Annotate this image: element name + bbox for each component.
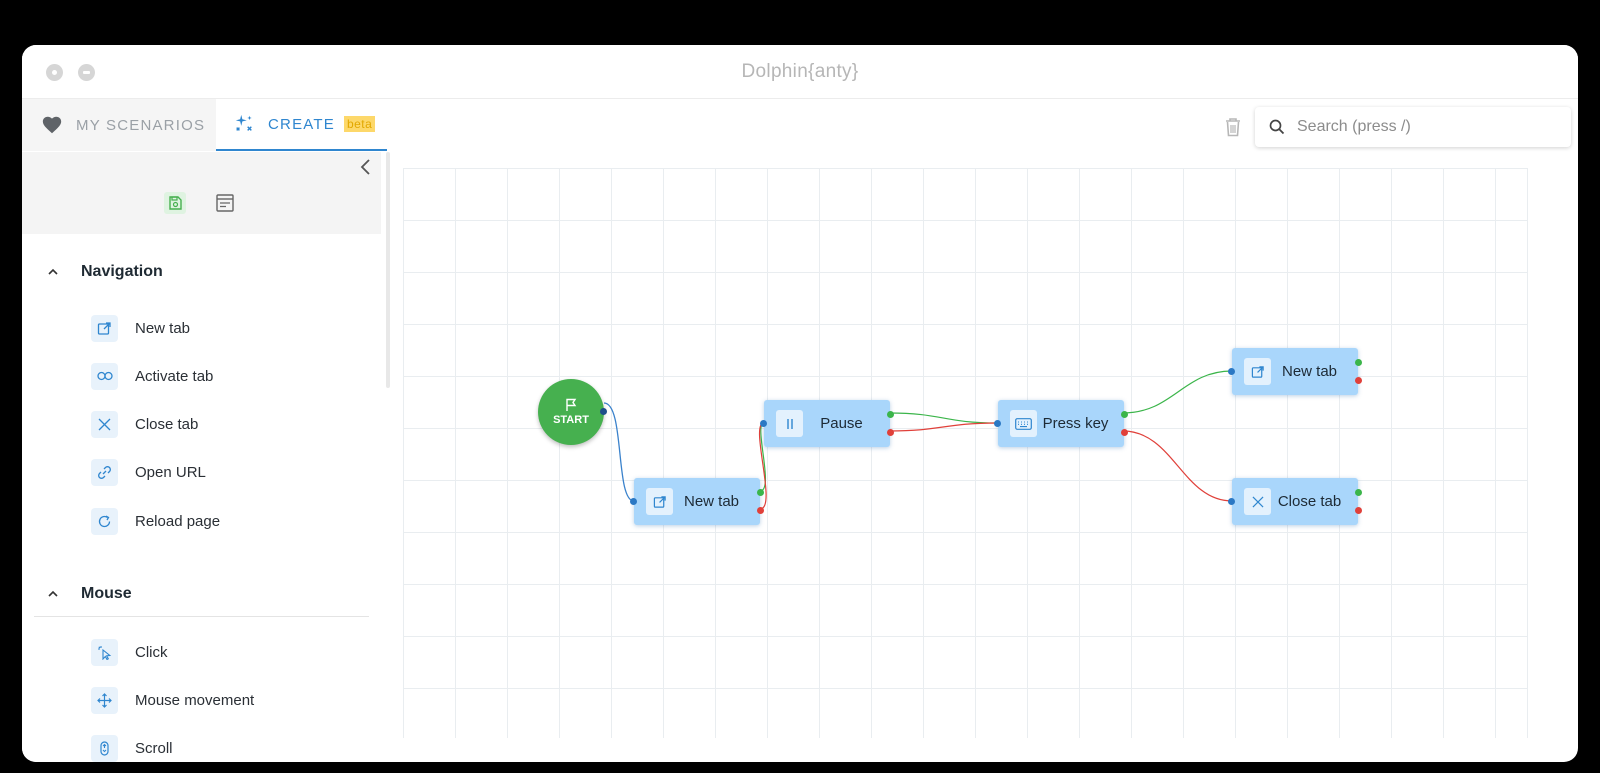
close-icon [1244, 488, 1271, 515]
node-pause[interactable]: Pause [760, 400, 894, 447]
open-external-icon [91, 314, 118, 342]
sidebar-item-activate-tab[interactable]: Activate tab [91, 361, 213, 391]
sidebar-item-label: Activate tab [135, 367, 214, 385]
node-new-tab-1[interactable]: New tab [630, 478, 764, 525]
sparkle-icon [235, 114, 252, 131]
section-navigation-title: Navigation [81, 263, 163, 280]
node-label: New tab [1281, 363, 1338, 380]
input-port[interactable] [994, 420, 1001, 427]
flag-icon [566, 398, 577, 411]
node-label: Close tab [1277, 493, 1342, 510]
reload-icon [91, 507, 118, 535]
input-port[interactable] [630, 498, 637, 505]
section-navigation-header[interactable]: Navigation [46, 263, 163, 281]
sidebar-item-new-tab[interactable]: New tab [91, 313, 190, 343]
cursor-click-icon [91, 638, 118, 666]
app-window: Dolphin{anty} MY SCENARIOS CREATE beta S… [22, 45, 1578, 762]
tab-bar: MY SCENARIOS CREATE beta [22, 99, 1578, 151]
sidebar-item-label: Reload page [135, 512, 221, 530]
keyboard-icon [1010, 410, 1037, 437]
sidebar-item-label: Scroll [135, 739, 173, 757]
flow-canvas[interactable]: START New tab Pause Press key New tab Cl… [403, 168, 1578, 762]
save-icon[interactable] [164, 192, 186, 214]
error-port[interactable] [887, 429, 894, 436]
title-bar: Dolphin{anty} [22, 45, 1578, 99]
open-external-icon [1244, 358, 1271, 385]
heart-icon [42, 116, 62, 134]
section-mouse-title: Mouse [81, 585, 132, 602]
tab-my-scenarios-label: MY SCENARIOS [76, 116, 206, 134]
app-title: Dolphin{anty} [741, 61, 859, 82]
input-port[interactable] [1228, 498, 1235, 505]
wire-start-to-new-tab [603, 402, 635, 502]
node-press-key[interactable]: Press key [994, 400, 1128, 447]
sidebar-item-label: Open URL [135, 463, 206, 481]
tab-create[interactable]: CREATE beta [216, 99, 387, 151]
search-box[interactable] [1255, 107, 1571, 147]
sidebar: Navigation New tab Activate tab Close ta… [22, 152, 405, 762]
wire-press-key-err-to-close-tab [1122, 430, 1233, 502]
error-port[interactable] [1355, 377, 1362, 384]
search-input[interactable] [1295, 117, 1559, 137]
wire-pause-ok-to-press-key [888, 412, 999, 424]
success-port[interactable] [887, 411, 894, 418]
tab-my-scenarios[interactable]: MY SCENARIOS [22, 99, 216, 151]
pause-icon [776, 410, 803, 437]
tab-create-label: CREATE [268, 115, 335, 133]
success-port[interactable] [1355, 359, 1362, 366]
sidebar-item-click[interactable]: Click [91, 637, 168, 667]
trash-icon[interactable] [1224, 117, 1242, 137]
move-arrows-icon [91, 686, 118, 714]
close-icon [91, 410, 118, 438]
section-mouse-header[interactable]: Mouse [46, 585, 132, 603]
error-port[interactable] [757, 507, 764, 514]
document-icon[interactable] [214, 192, 236, 214]
success-port[interactable] [1121, 411, 1128, 418]
success-port[interactable] [757, 489, 764, 496]
link-chain-icon [91, 362, 118, 390]
wire-press-key-ok-to-new-tab [1122, 370, 1233, 414]
sidebar-item-label: Close tab [135, 415, 199, 433]
node-label: Pause [820, 415, 863, 432]
start-output-port[interactable] [600, 408, 607, 415]
mouse-scroll-icon [91, 734, 118, 762]
search-icon [1269, 119, 1285, 135]
section-divider [34, 616, 369, 617]
sidebar-item-close-tab[interactable]: Close tab [91, 409, 198, 439]
link-icon [91, 458, 118, 486]
input-port[interactable] [760, 420, 767, 427]
chevron-up-icon [48, 590, 58, 597]
node-label: Press key [1042, 415, 1109, 432]
sidebar-item-label: Mouse movement [135, 691, 255, 709]
start-node[interactable]: START [538, 379, 607, 445]
error-port[interactable] [1121, 429, 1128, 436]
wire-pause-err-to-press-key [888, 422, 999, 432]
input-port[interactable] [1228, 368, 1235, 375]
sidebar-toolbar [22, 152, 381, 234]
sidebar-item-scroll[interactable]: Scroll [91, 733, 173, 762]
error-port[interactable] [1355, 507, 1362, 514]
success-port[interactable] [1355, 489, 1362, 496]
sidebar-item-reload-page[interactable]: Reload page [91, 506, 220, 536]
node-label: New tab [683, 493, 740, 510]
open-external-icon [646, 488, 673, 515]
sidebar-item-label: Click [135, 643, 168, 661]
chevron-left-icon[interactable] [358, 157, 372, 177]
chevron-up-icon [48, 268, 58, 275]
sidebar-scrollbar[interactable] [386, 152, 390, 388]
connection-wires [603, 370, 1233, 510]
sidebar-item-mouse-movement[interactable]: Mouse movement [91, 685, 254, 715]
node-close-tab[interactable]: Close tab [1228, 478, 1362, 525]
beta-badge: beta [343, 116, 376, 132]
start-label: START [553, 414, 589, 426]
sidebar-item-label: New tab [135, 319, 191, 337]
node-new-tab-2[interactable]: New tab [1228, 348, 1362, 395]
sidebar-item-open-url[interactable]: Open URL [91, 457, 206, 487]
